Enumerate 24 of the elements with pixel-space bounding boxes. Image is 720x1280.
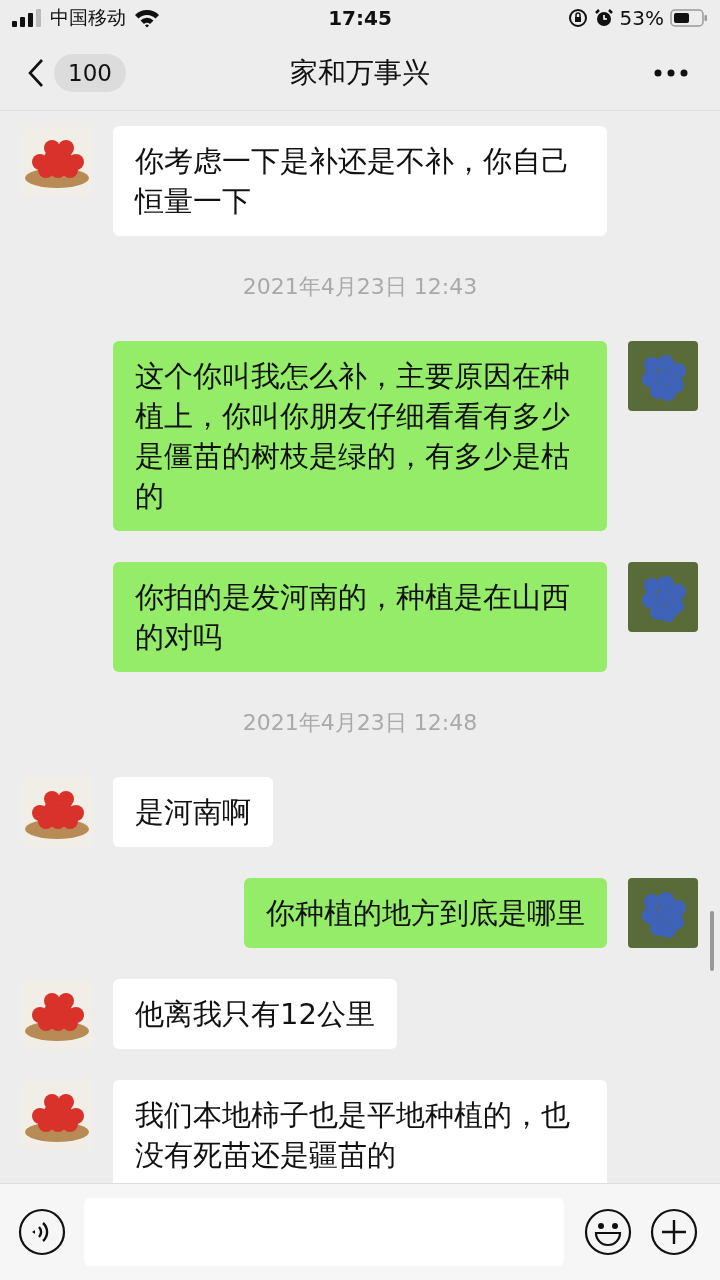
message-bubble: 你拍的是发河南的，种植是在山西的对吗 — [113, 562, 607, 672]
carrier-name: 中国移动 — [50, 5, 126, 30]
chat-title: 家和万事兴 — [289, 55, 431, 91]
message-bubble: 你考虑一下是补还是不补，你自己恒量一下 — [113, 126, 607, 236]
message-timestamp: 2021年4月23日 12:43 — [241, 273, 479, 301]
battery-icon — [670, 8, 708, 28]
message-bubble: 我们本地柿子也是平地种植的，也没有死苗还是疆苗的 — [113, 1080, 607, 1183]
rotation-lock-icon — [567, 8, 588, 28]
alarm-icon — [593, 8, 614, 28]
voice-icon[interactable] — [18, 1208, 66, 1256]
emoji-icon[interactable] — [584, 1208, 632, 1256]
message-bubble: 这个你叫我怎么补，主要原因在种植上，你叫你朋友仔细看看有多少是僵苗的树枝是绿的，有多少是枯的 — [113, 341, 607, 531]
message-bubble: 你种植的地方到底是哪里 — [244, 878, 607, 948]
more-icon[interactable] — [654, 69, 688, 77]
unread-count-badge[interactable]: 100 — [54, 54, 126, 92]
message-timestamp: 2021年4月23日 12:48 — [241, 709, 479, 737]
back-icon[interactable] — [28, 58, 44, 88]
message-bubble: 是河南啊 — [113, 777, 273, 847]
battery-percent: 53% — [619, 6, 664, 30]
status-time: 17:45 — [327, 6, 393, 30]
wifi-icon — [134, 8, 160, 28]
add-icon[interactable] — [650, 1208, 698, 1256]
signal-icon — [12, 9, 42, 27]
message-bubble: 他离我只有12公里 — [113, 979, 397, 1049]
